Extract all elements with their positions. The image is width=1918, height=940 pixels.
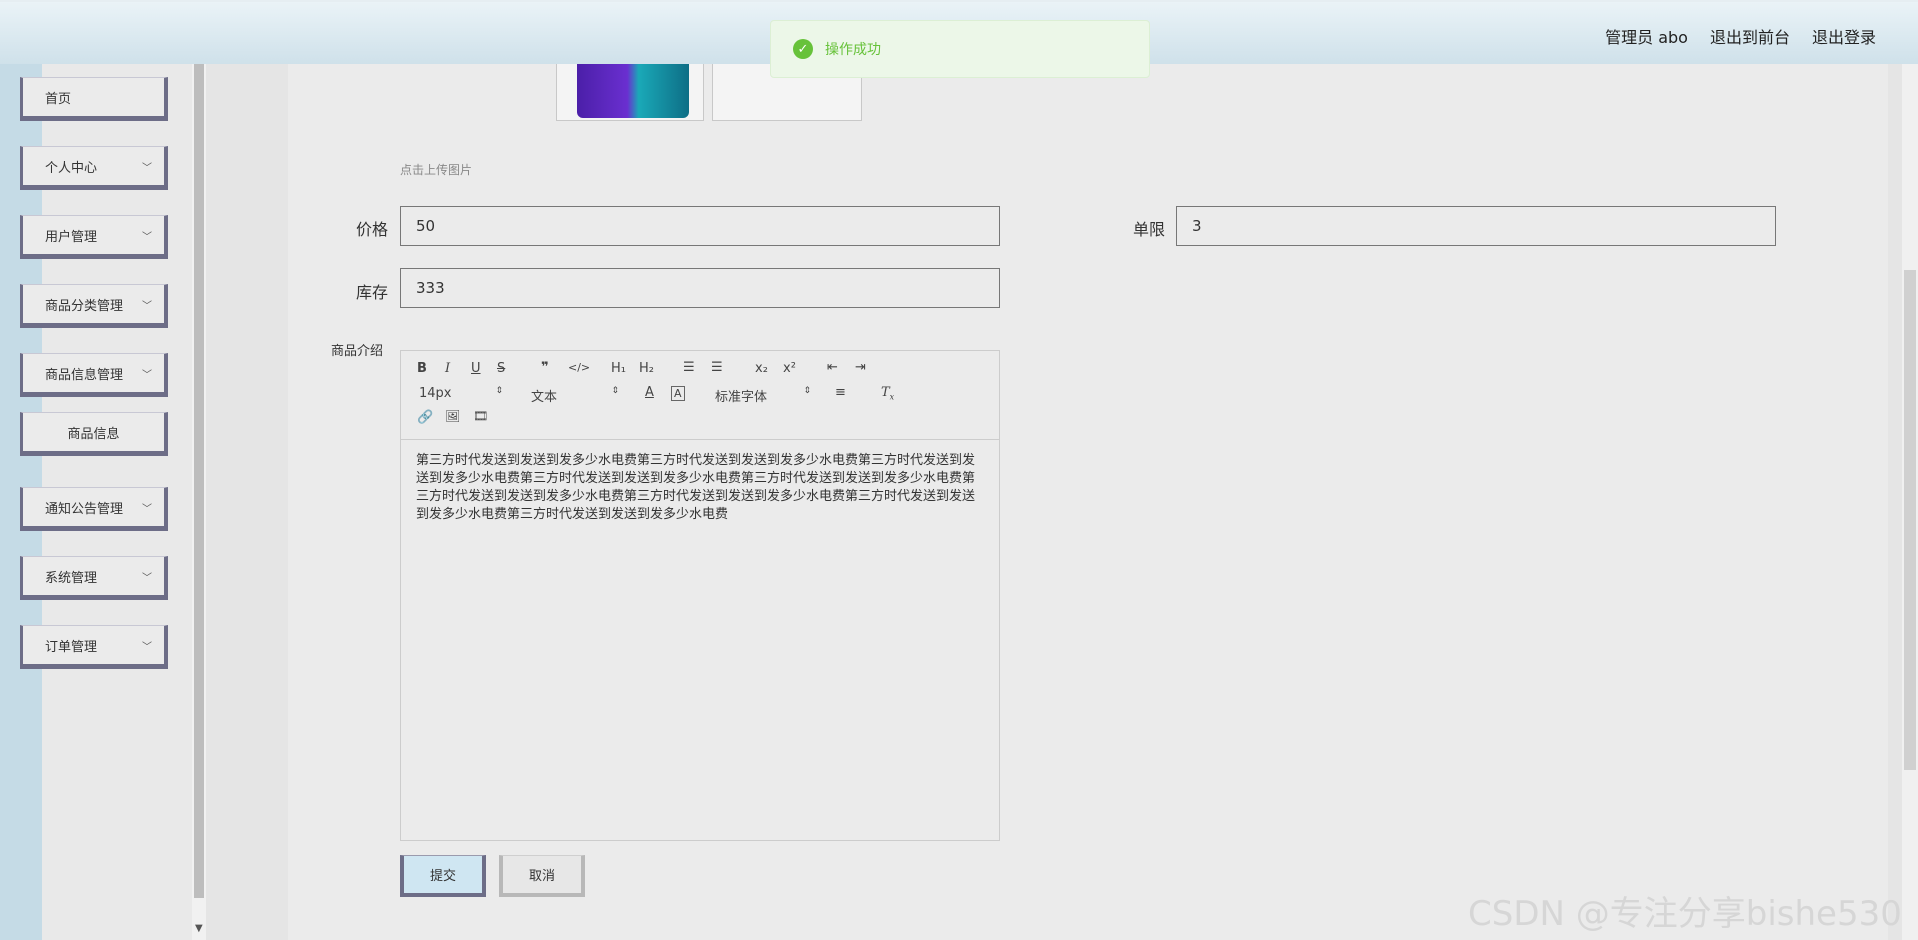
font-family-select[interactable]: 标准字体 ⇕ xyxy=(715,386,811,405)
text-type-select[interactable]: 文本 ⇕ xyxy=(531,386,619,405)
font-color-icon[interactable]: A xyxy=(645,385,654,400)
underline-icon[interactable]: U xyxy=(471,361,481,376)
page-scrollbar-thumb[interactable] xyxy=(1904,270,1916,770)
sidebar-item-label: 个人中心 xyxy=(45,160,98,176)
chevron-down-icon: ﹀ xyxy=(142,301,152,312)
stock-input[interactable]: 333 xyxy=(400,268,1000,308)
limit-label: 单限 xyxy=(1133,220,1166,239)
strikethrough-icon[interactable]: S xyxy=(497,361,505,376)
outdent-icon[interactable]: ⇤ xyxy=(827,360,838,375)
editor-content[interactable]: 第三方时代发送到发送到发多少水电费第三方时代发送到发送到发多少水电费第三方时代发… xyxy=(401,440,999,536)
uploaded-image-thumbnail[interactable] xyxy=(556,64,704,121)
logout-link[interactable]: 退出登录 xyxy=(1812,24,1876,48)
check-circle-icon: ✓ xyxy=(793,39,813,59)
sidebar-item-notice-management[interactable]: 通知公告管理 ﹀ xyxy=(20,487,168,531)
text-type-value: 文本 xyxy=(531,390,558,405)
italic-icon[interactable]: I xyxy=(445,361,450,376)
blockquote-icon[interactable]: ❞ xyxy=(541,360,549,375)
header-actions: 管理员 abo 退出到前台 退出登录 xyxy=(1605,24,1876,48)
sidebar-item-label: 商品分类管理 xyxy=(45,298,124,314)
chevron-down-icon: ﹀ xyxy=(142,232,152,243)
image-icon[interactable]: 🖼 xyxy=(445,409,460,423)
superscript-icon[interactable]: x² xyxy=(783,361,796,376)
scroll-down-arrow-icon[interactable]: ▼ xyxy=(195,923,203,934)
admin-user-label: 管理员 abo xyxy=(1605,28,1688,47)
ordered-list-icon[interactable]: ☰ xyxy=(683,360,695,375)
chevron-down-icon: ﹀ xyxy=(142,163,152,174)
sidebar-item-label: 商品信息 xyxy=(67,426,120,442)
video-icon[interactable]: 🎞 xyxy=(473,409,488,423)
sidebar-item-label: 首页 xyxy=(45,91,72,107)
submit-button[interactable]: 提交 xyxy=(400,855,486,897)
subscript-icon[interactable]: x₂ xyxy=(755,361,768,376)
sidebar-subitem-product-info[interactable]: 商品信息 xyxy=(20,412,168,456)
heading2-icon[interactable]: H₂ xyxy=(639,361,654,376)
price-label: 价格 xyxy=(356,220,389,239)
sidebar-scrollbar-thumb[interactable] xyxy=(194,64,204,898)
editor-toolbar: B I U S ❞ </> H₁ H₂ ☰ ☰ x₂ x² ⇤ ⇥ 14px ⇕… xyxy=(401,351,999,440)
sidebar-item-label: 订单管理 xyxy=(45,639,98,655)
chevron-down-icon: ﹀ xyxy=(142,504,152,515)
sidebar-item-order-management[interactable]: 订单管理 ﹀ xyxy=(20,625,168,669)
heading1-icon[interactable]: H₁ xyxy=(611,361,626,376)
price-input[interactable]: 50 xyxy=(400,206,1000,246)
select-caret-icon: ⇕ xyxy=(611,386,619,396)
sidebar-item-home[interactable]: 首页 xyxy=(20,77,168,121)
chevron-down-icon: ﹀ xyxy=(142,642,152,653)
watermark: CSDN @专注分享bishe530 xyxy=(1468,894,1902,934)
align-icon[interactable]: ≡ xyxy=(835,385,846,400)
select-caret-icon: ⇕ xyxy=(495,386,503,396)
success-toast: ✓ 操作成功 xyxy=(770,20,1150,78)
sidebar-item-label: 系统管理 xyxy=(45,570,98,586)
toast-message: 操作成功 xyxy=(825,42,881,58)
exit-front-link[interactable]: 退出到前台 xyxy=(1710,24,1790,48)
bullet-list-icon[interactable]: ☰ xyxy=(711,360,723,375)
link-icon[interactable]: 🔗 xyxy=(417,410,433,425)
cancel-button[interactable]: 取消 xyxy=(499,855,585,897)
sidebar-item-product-management[interactable]: 商品信息管理 ﹀ xyxy=(20,353,168,397)
sidebar-item-system-management[interactable]: 系统管理 ﹀ xyxy=(20,556,168,600)
select-caret-icon: ⇕ xyxy=(803,386,811,396)
rich-text-editor: B I U S ❞ </> H₁ H₂ ☰ ☰ x₂ x² ⇤ ⇥ 14px ⇕… xyxy=(400,350,1000,841)
sidebar-item-label: 商品信息管理 xyxy=(45,367,124,383)
product-image xyxy=(577,64,689,118)
code-block-icon[interactable]: </> xyxy=(568,361,590,374)
chevron-down-icon: ﹀ xyxy=(142,370,152,381)
sidebar-item-personal-center[interactable]: 个人中心 ﹀ xyxy=(20,146,168,190)
description-label: 商品介绍 xyxy=(331,344,384,359)
clear-format-icon[interactable]: Tx xyxy=(881,385,894,402)
chevron-down-icon: ﹀ xyxy=(142,573,152,584)
sidebar-item-label: 通知公告管理 xyxy=(45,501,124,517)
sidebar-item-category-management[interactable]: 商品分类管理 ﹀ xyxy=(20,284,168,328)
font-size-value: 14px xyxy=(419,386,452,401)
sidebar-item-user-management[interactable]: 用户管理 ﹀ xyxy=(20,215,168,259)
limit-input[interactable]: 3 xyxy=(1176,206,1776,246)
upload-hint: 点击上传图片 xyxy=(400,163,473,177)
indent-icon[interactable]: ⇥ xyxy=(855,360,866,375)
bold-icon[interactable]: B xyxy=(417,361,427,376)
stock-label: 库存 xyxy=(356,283,389,302)
font-family-value: 标准字体 xyxy=(715,390,768,405)
font-size-select[interactable]: 14px ⇕ xyxy=(419,386,503,401)
background-color-icon[interactable]: A xyxy=(671,386,685,401)
sidebar-item-label: 用户管理 xyxy=(45,229,98,245)
